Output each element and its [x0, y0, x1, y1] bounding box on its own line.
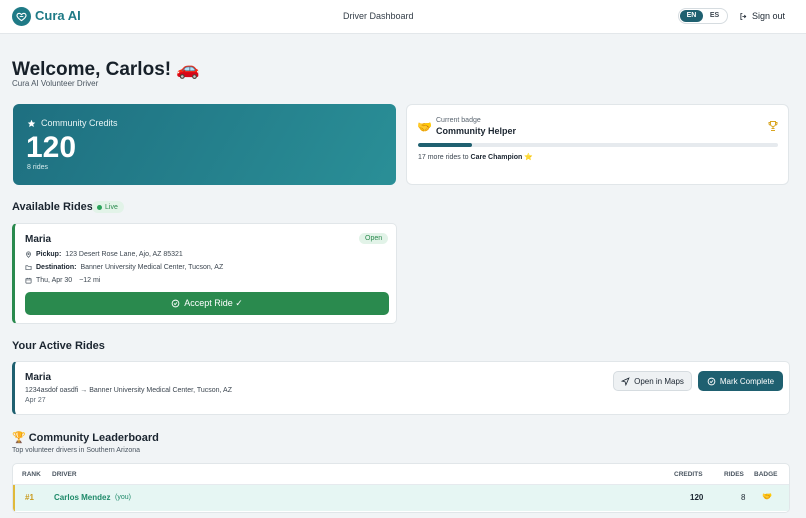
trophy-icon: 🏆 — [12, 432, 26, 444]
available-ride-card: Maria Open Pickup: 123 Desert Rose Lane,… — [12, 223, 397, 324]
leaderboard-table: RANK DRIVER CREDITS RIDES BADGE #1 Carlo… — [12, 463, 790, 513]
leaderboard-title: Community Leaderboard — [28, 431, 159, 444]
ride-passenger-name: Maria — [25, 234, 52, 245]
check-circle-icon — [707, 377, 716, 385]
star-icon — [27, 119, 36, 127]
page-subtitle: Cura AI Volunteer Driver — [12, 79, 99, 88]
leaderboard-header-row: RANK DRIVER CREDITS RIDES BADGE — [13, 464, 789, 485]
calendar-icon — [25, 277, 32, 284]
row-rides: 8 — [741, 493, 746, 502]
open-in-maps-label: Open in Maps — [634, 376, 684, 386]
credits-card: Community Credits 120 8 rides — [13, 104, 396, 185]
credits-rides-count: 8 rides — [27, 164, 49, 171]
pickup-label: Pickup: — [36, 251, 62, 258]
ride-status-badge: Open — [359, 233, 389, 244]
accept-ride-label: Accept Ride ✓ — [184, 298, 243, 308]
logo-heart-icon[interactable] — [12, 7, 31, 26]
badge-name: Community Helper — [436, 126, 517, 136]
top-navbar: Cura AI Driver Dashboard EN ES Sign out — [0, 0, 806, 34]
active-ride-card: Maria 1234asdof oasdfi → Banner Universi… — [12, 361, 790, 415]
map-pin-icon — [26, 251, 31, 258]
page-title: Welcome, Carlos! 🚗 — [12, 59, 201, 80]
badge-progress-fill — [418, 143, 472, 147]
mark-complete-button[interactable]: Mark Complete — [698, 371, 783, 391]
open-in-maps-button[interactable]: Open in Maps — [613, 371, 692, 391]
row-you-tag: (you) — [115, 494, 131, 501]
next-badge-name: Care Champion ⭐ — [470, 154, 533, 161]
badge-caption: Current badge — [436, 117, 481, 124]
navigation-arrow-icon — [621, 376, 630, 386]
credits-value: 120 — [26, 131, 77, 164]
live-label: Live — [105, 203, 118, 211]
badge-progress-bar — [418, 143, 778, 147]
leaderboard-subtitle: Top volunteer drivers in Southern Arizon… — [12, 447, 141, 454]
available-rides-heading: Available Rides — [12, 201, 93, 213]
row-rank: #1 — [25, 493, 34, 502]
language-toggle: EN ES — [678, 8, 728, 24]
live-dot-icon — [97, 204, 102, 210]
sign-out-label: Sign out — [752, 11, 786, 21]
check-circle-icon — [171, 299, 180, 308]
credits-label-row: Community Credits — [27, 118, 118, 128]
active-ride-passenger: Maria — [25, 372, 52, 383]
leaderboard-heading: 🏆 Community Leaderboard — [12, 431, 159, 445]
col-credits: CREDITS — [674, 471, 703, 478]
next-badge-prefix: 17 more rides to — [418, 154, 469, 161]
mark-complete-label: Mark Complete — [719, 376, 775, 386]
col-rides: RIDES — [724, 471, 744, 478]
lang-es-button[interactable]: ES — [703, 10, 726, 22]
row-badge-icon: 🤝 — [762, 492, 772, 501]
col-rank: RANK — [22, 471, 41, 478]
destination-label: Destination: — [36, 264, 77, 271]
row-credits: 120 — [690, 493, 704, 502]
trophy-icon — [768, 121, 778, 131]
live-badge: Live — [92, 201, 124, 213]
ride-distance: ~12 mi — [79, 277, 101, 284]
active-rides-heading: Your Active Rides — [12, 340, 105, 352]
accept-ride-button[interactable]: Accept Ride ✓ — [25, 292, 389, 315]
ride-date: Thu, Apr 30 — [36, 277, 73, 284]
col-driver: DRIVER — [52, 471, 77, 478]
active-ride-route: 1234asdof oasdfi → Banner University Med… — [25, 387, 232, 394]
pickup-address: 123 Desert Rose Lane, Ajo, AZ 85321 — [65, 251, 183, 258]
ride-destination-row: Destination: Banner University Medical C… — [25, 264, 223, 271]
page-nav-title: Driver Dashboard — [343, 11, 414, 21]
folder-icon — [25, 265, 32, 270]
ride-pickup-row: Pickup: 123 Desert Rose Lane, Ajo, AZ 85… — [25, 251, 183, 258]
destination-address: Banner University Medical Center, Tucson… — [80, 264, 224, 271]
ride-date-row: Thu, Apr 30 ~12 mi — [25, 277, 100, 284]
next-badge-text: 17 more rides to Care Champion ⭐ — [418, 153, 533, 161]
badge-card: 🤝 Current badge Community Helper 17 more… — [406, 104, 789, 185]
sign-out-button[interactable]: Sign out — [739, 11, 785, 21]
table-row[interactable]: #1 Carlos Mendez (you) 120 8 🤝 — [13, 485, 789, 511]
active-ride-date: Apr 27 — [25, 397, 46, 404]
credits-label: Community Credits — [41, 118, 118, 128]
col-badge: BADGE — [754, 471, 778, 478]
app-name[interactable]: Cura AI — [35, 8, 81, 23]
lang-en-button[interactable]: EN — [680, 10, 703, 22]
handshake-icon: 🤝 — [417, 120, 432, 134]
sign-out-icon — [740, 12, 747, 20]
row-driver-name: Carlos Mendez — [54, 493, 111, 502]
